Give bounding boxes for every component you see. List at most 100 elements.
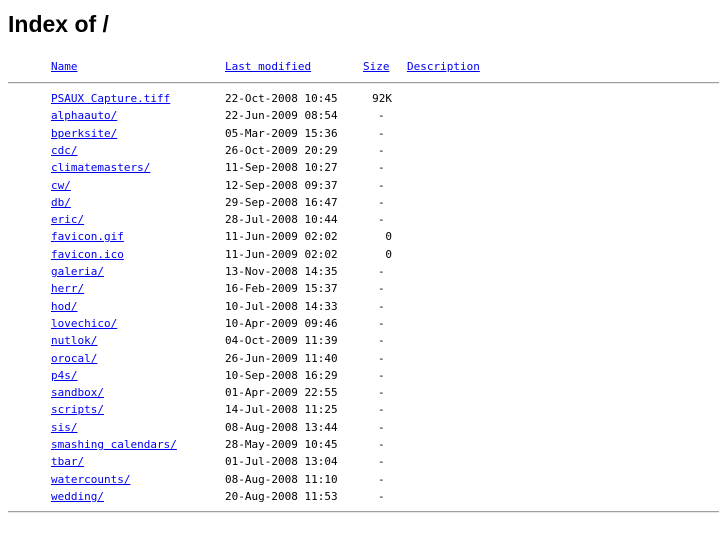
last-modified-value: 22-Jun-2009 08:54 [225, 109, 338, 123]
size-value: - [378, 455, 385, 469]
last-modified-value: 05-Mar-2009 15:36 [225, 126, 338, 140]
file-row: p4s/10-Sep-2008 16:29 - [0, 367, 727, 384]
file-row: hod/10-Jul-2008 14:33 - [0, 298, 727, 315]
file-row: climatemasters/11-Sep-2008 10:27 - [0, 159, 727, 176]
size-value: - [378, 213, 385, 227]
file-row: scripts/14-Jul-2008 11:25 - [0, 401, 727, 418]
last-modified-value: 29-Sep-2008 16:47 [225, 195, 338, 209]
size-value: - [378, 265, 385, 278]
size-value: - [378, 386, 385, 400]
file-link[interactable]: herr/ [51, 280, 84, 297]
file-link[interactable]: favicon.gif [51, 228, 124, 245]
sort-by-description-link[interactable]: Description [407, 58, 480, 75]
file-link[interactable]: wedding/ [51, 488, 104, 505]
file-link[interactable]: galeria/ [51, 263, 104, 280]
size-value: - [378, 161, 385, 175]
file-row: orocal/26-Jun-2009 11:40 - [0, 350, 727, 367]
file-link[interactable]: p4s/ [51, 367, 78, 384]
file-link[interactable]: db/ [51, 194, 71, 211]
footer-divider [8, 511, 719, 513]
file-row: cw/12-Sep-2008 09:37 - [0, 177, 727, 194]
size-value: 0 [385, 247, 392, 261]
file-link[interactable]: eric/ [51, 211, 84, 228]
last-modified-value: 28-May-2009 10:45 [225, 438, 338, 451]
last-modified-value: 28-Jul-2008 10:44 [225, 213, 338, 227]
file-row: favicon.gif 11-Jun-2009 02:02 0 [0, 228, 727, 245]
file-link[interactable]: cw/ [51, 177, 71, 194]
last-modified-value: 14-Jul-2008 11:25 [225, 403, 338, 417]
file-row: watercounts/08-Aug-2008 11:10 - [0, 471, 727, 488]
last-modified-value: 10-Jul-2008 14:33 [225, 299, 338, 313]
file-link[interactable]: bperksite/ [51, 125, 117, 142]
size-value: - [378, 368, 385, 382]
file-row: nutlok/04-Oct-2009 11:39 - [0, 332, 727, 349]
size-value: - [378, 351, 385, 365]
last-modified-value: 20-Aug-2008 11:53 [225, 489, 338, 503]
file-row: cdc/26-Oct-2009 20:29 - [0, 142, 727, 159]
page-title: Index of / [8, 11, 109, 37]
file-row: smashing calendars/28-May-2009 10:45 - [0, 436, 727, 453]
size-value: - [378, 420, 385, 434]
file-link[interactable]: hod/ [51, 298, 78, 315]
file-row: tbar/01-Jul-2008 13:04 - [0, 453, 727, 470]
file-link[interactable]: scripts/ [51, 401, 104, 418]
file-row: PSAUX Capture.tiff 22-Oct-2008 10:45 92K [0, 90, 727, 107]
last-modified-value: 01-Apr-2009 22:55 [225, 386, 338, 400]
file-link[interactable]: favicon.ico [51, 246, 124, 263]
last-modified-value: 11-Jun-2009 02:02 [225, 247, 338, 261]
size-value: - [378, 316, 385, 330]
last-modified-value: 11-Sep-2008 10:27 [225, 161, 338, 175]
last-modified-value: 10-Sep-2008 16:29 [225, 368, 338, 382]
last-modified-value: 12-Sep-2008 09:37 [225, 178, 338, 192]
column-header-row: Name Last modified Size Description [0, 58, 727, 75]
last-modified-value: 04-Oct-2009 11:39 [225, 334, 338, 348]
last-modified-value: 26-Oct-2009 20:29 [225, 143, 338, 157]
size-value: - [378, 299, 385, 313]
file-link[interactable]: lovechico/ [51, 315, 117, 332]
file-link[interactable]: nutlok/ [51, 332, 97, 349]
file-link[interactable]: climatemasters/ [51, 159, 150, 176]
size-value: - [378, 143, 385, 157]
sort-by-size-link[interactable]: Size [363, 58, 390, 75]
size-value: - [378, 334, 385, 348]
file-link[interactable]: alphaauto/ [51, 107, 117, 124]
size-value: - [378, 438, 385, 451]
file-row: sis/08-Aug-2008 13:44 - [0, 419, 727, 436]
file-row: favicon.ico 11-Jun-2009 02:02 0 [0, 246, 727, 263]
size-value: - [378, 472, 385, 486]
file-row: eric/28-Jul-2008 10:44 - [0, 211, 727, 228]
file-link[interactable]: PSAUX Capture.tiff [51, 90, 170, 107]
file-row: sandbox/01-Apr-2009 22:55 - [0, 384, 727, 401]
last-modified-value: 08-Aug-2008 13:44 [225, 420, 338, 434]
last-modified-value: 16-Feb-2009 15:37 [225, 282, 338, 296]
file-row: herr/16-Feb-2009 15:37 - [0, 280, 727, 297]
last-modified-value: 13-Nov-2008 14:35 [225, 265, 338, 278]
size-value: - [378, 282, 385, 296]
last-modified-value: 10-Apr-2009 09:46 [225, 316, 338, 330]
last-modified-value: 26-Jun-2009 11:40 [225, 351, 338, 365]
file-link[interactable]: smashing calendars/ [51, 436, 177, 453]
file-row: wedding/20-Aug-2008 11:53 - [0, 488, 727, 505]
size-value: - [378, 178, 385, 192]
file-link[interactable]: orocal/ [51, 350, 97, 367]
file-link[interactable]: sandbox/ [51, 384, 104, 401]
file-link[interactable]: cdc/ [51, 142, 78, 159]
last-modified-value: 11-Jun-2009 02:02 [225, 230, 338, 244]
size-value: - [378, 489, 385, 503]
size-value: - [378, 403, 385, 417]
size-value: 92K [372, 92, 392, 105]
sort-by-last-modified-link[interactable]: Last modified [225, 58, 311, 75]
file-row: galeria/13-Nov-2008 14:35 - [0, 263, 727, 280]
file-row: db/29-Sep-2008 16:47 - [0, 194, 727, 211]
last-modified-value: 08-Aug-2008 11:10 [225, 472, 338, 486]
file-link[interactable]: tbar/ [51, 453, 84, 470]
header-divider [8, 82, 719, 84]
file-row: lovechico/10-Apr-2009 09:46 - [0, 315, 727, 332]
size-value: - [378, 109, 385, 123]
size-value: - [378, 126, 385, 140]
sort-by-name-link[interactable]: Name [51, 58, 78, 75]
file-link[interactable]: sis/ [51, 419, 78, 436]
size-value: 0 [385, 230, 392, 244]
file-row: bperksite/05-Mar-2009 15:36 - [0, 125, 727, 142]
file-link[interactable]: watercounts/ [51, 471, 130, 488]
